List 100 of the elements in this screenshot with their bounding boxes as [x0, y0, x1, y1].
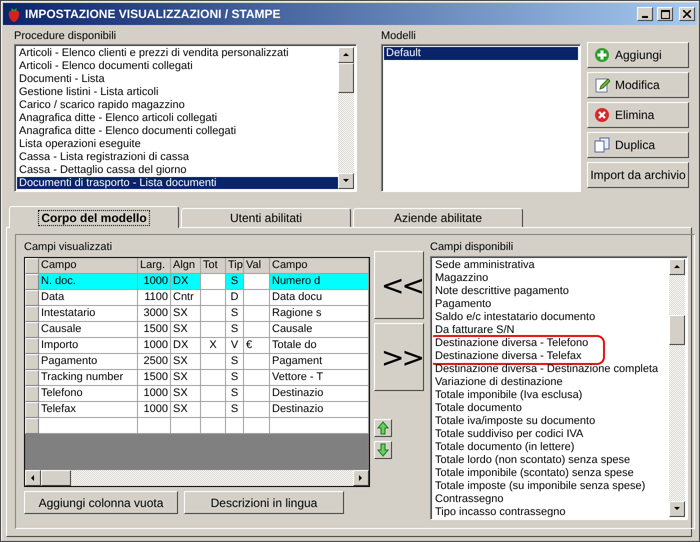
list-item[interactable]: Magazzino: [433, 272, 669, 285]
scroll-thumb[interactable]: [669, 315, 685, 345]
column-header[interactable]: Val: [244, 258, 270, 274]
tab[interactable]: Aziende abilitate: [353, 208, 523, 227]
column-header[interactable]: Algn: [171, 258, 201, 274]
table-cell: 1000: [138, 338, 171, 354]
toolbar-button[interactable]: Modifica: [587, 72, 689, 98]
row-header[interactable]: [25, 306, 39, 322]
action-button[interactable]: Aggiungi colonna vuota: [24, 491, 178, 514]
table-cell: S: [226, 402, 244, 418]
down-arrow-icon: [377, 443, 389, 457]
table-cell: Data docu: [270, 290, 369, 306]
list-item[interactable]: Da fatturare S/N: [433, 324, 669, 337]
list-item[interactable]: Gestione listini - Lista articoli: [17, 86, 338, 99]
list-item[interactable]: Saldo e/c intestatario documento: [433, 311, 669, 324]
list-item[interactable]: Articoli - Elenco clienti e prezzi di vendita personalizzati: [17, 47, 338, 60]
strawberry-icon: [7, 6, 21, 22]
scrollbar[interactable]: [25, 470, 369, 486]
procedure-list[interactable]: [14, 44, 357, 192]
list-item[interactable]: Cassa - Dettaglio cassa del giorno: [17, 164, 338, 177]
list-item[interactable]: Cassa - Lista registrazioni di cassa: [17, 151, 338, 164]
column-header[interactable]: Campo: [270, 258, 369, 274]
scroll-thumb[interactable]: [338, 63, 354, 93]
row-header[interactable]: [25, 402, 39, 418]
table-cell: [138, 418, 171, 434]
toolbar-button[interactable]: Aggiungi: [587, 42, 689, 68]
window-title: IMPOSTAZIONE VISUALIZZAZIONI / STAMPE: [25, 7, 282, 21]
table-cell: SX: [171, 322, 201, 338]
table-cell: 1500: [138, 322, 171, 338]
scrollbar[interactable]: [338, 47, 354, 189]
list-item[interactable]: Destinazione diversa - Telefax: [433, 350, 603, 363]
close-button[interactable]: [679, 7, 695, 21]
table-cell: Cntr: [171, 290, 201, 306]
list-item[interactable]: Totale documento: [433, 402, 669, 415]
list-item[interactable]: Documenti - Lista: [17, 73, 338, 86]
list-item[interactable]: Totale iva/imposte su documento: [433, 415, 669, 428]
list-item[interactable]: Documenti di trasporto - Lista documenti: [17, 177, 338, 189]
column-header[interactable]: Tot: [201, 258, 226, 274]
row-header: [25, 418, 39, 434]
list-item[interactable]: Totale lordo (non scontato) senza spese: [433, 454, 669, 467]
row-header[interactable]: [25, 338, 39, 354]
list-item[interactable]: Default: [384, 47, 578, 60]
list-item[interactable]: Destinazione diversa - Destinazione completa: [433, 363, 669, 376]
row-header[interactable]: [25, 386, 39, 402]
list-item[interactable]: Variazione di destinazione: [433, 376, 669, 389]
table-cell: S: [226, 306, 244, 322]
table-cell: S: [226, 354, 244, 370]
move-button[interactable]: <<: [374, 251, 424, 319]
list-item[interactable]: Note descrittive pagamento: [433, 285, 669, 298]
column-header[interactable]: Larg.: [138, 258, 171, 274]
list-item[interactable]: Totale suddiviso per codici IVA: [433, 428, 669, 441]
toolbar-button[interactable]: Duplica: [587, 132, 689, 158]
list-item[interactable]: Carico / scarico rapido magazzino: [17, 99, 338, 112]
scroll-up-icon: [673, 263, 681, 271]
minimize-button[interactable]: [637, 7, 653, 21]
action-button[interactable]: Descrizioni in lingua: [184, 491, 344, 514]
move-button[interactable]: >>: [374, 323, 424, 391]
row-header[interactable]: [25, 290, 39, 306]
toolbar-button[interactable]: Import da archivio: [587, 162, 689, 188]
list-item[interactable]: Destinazione diversa - Telefono: [433, 337, 603, 350]
list-item[interactable]: Lista operazioni eseguite: [17, 138, 338, 151]
move-down-button[interactable]: [374, 441, 392, 459]
table-cell: V: [226, 338, 244, 354]
list-item[interactable]: Totale imponibile (scontato) senza spese: [433, 467, 669, 480]
list-item[interactable]: Contrassegno: [433, 493, 669, 506]
list-item[interactable]: Anagrafica ditte - Elenco documenti collegati: [17, 125, 338, 138]
tab[interactable]: Corpo del modello: [9, 206, 179, 228]
list-item[interactable]: Totale imposte (su imponibile senza spese): [433, 480, 669, 493]
up-arrow-icon: [377, 421, 389, 435]
table-cell: S: [226, 274, 244, 290]
row-header[interactable]: [25, 370, 39, 386]
scroll-thumb[interactable]: [41, 470, 71, 486]
row-header[interactable]: [25, 274, 39, 290]
table-cell: Vettore - T: [270, 370, 369, 386]
list-label: Campi disponibili: [430, 240, 514, 255]
column-header[interactable]: Tip: [226, 258, 244, 274]
column-header[interactable]: Campo: [39, 258, 138, 274]
list-item[interactable]: Totale documento (in lettere): [433, 441, 669, 454]
model-list[interactable]: Default: [381, 44, 581, 192]
toolbar-button[interactable]: Elimina: [587, 102, 689, 128]
row-header[interactable]: [25, 322, 39, 338]
scroll-left-icon: [29, 474, 37, 482]
maximize-button[interactable]: [657, 7, 673, 21]
table-cell: S: [226, 370, 244, 386]
list-item[interactable]: Anagrafica ditte - Elenco articoli collegati: [17, 112, 338, 125]
table-cell: SX: [171, 370, 201, 386]
available-fields-list[interactable]: [430, 256, 688, 520]
table-cell: SX: [171, 402, 201, 418]
tab[interactable]: Utenti abilitati: [181, 208, 351, 227]
move-up-button[interactable]: [374, 419, 392, 437]
list-item[interactable]: Totale imponibile (Iva esclusa): [433, 389, 669, 402]
list-item[interactable]: Sede amministrativa: [433, 259, 669, 272]
table-cell: Telefono: [39, 386, 138, 402]
list-item[interactable]: Pagamento: [433, 298, 669, 311]
row-header[interactable]: [25, 354, 39, 370]
list-item[interactable]: Articoli - Elenco documenti collegati: [17, 60, 338, 73]
fields-grid[interactable]: [24, 257, 370, 487]
scrollbar[interactable]: [669, 259, 685, 517]
list-item[interactable]: Tipo incasso contrassegno: [433, 506, 669, 517]
plus-icon: [594, 47, 610, 63]
